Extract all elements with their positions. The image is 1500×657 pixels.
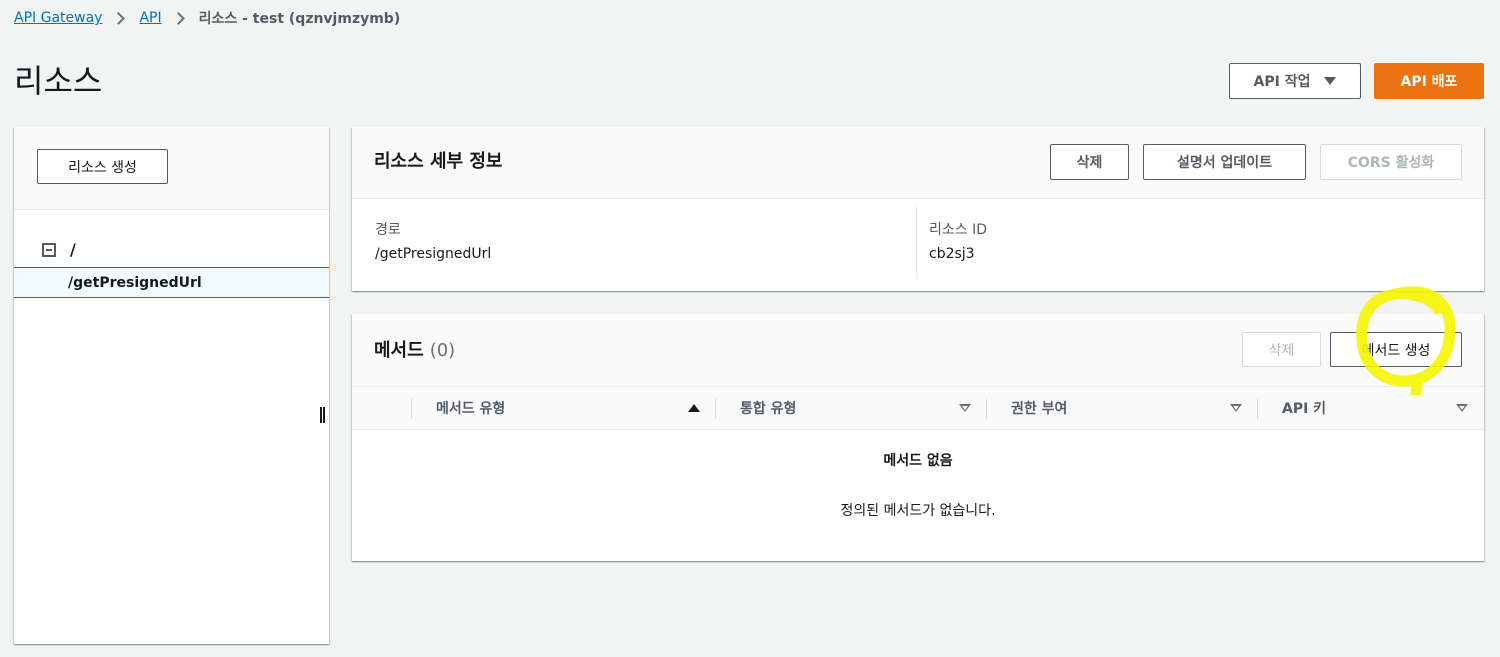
column-integration-type[interactable]: 통합 유형 [740, 387, 796, 429]
methods-title: 메서드 (0) [374, 336, 455, 362]
methods-header: 메서드 (0) 삭제 메서드 생성 [352, 314, 1484, 386]
divider [916, 205, 917, 279]
methods-title-label: 메서드 [374, 340, 424, 361]
resource-details-title: 리소스 세부 정보 [374, 151, 503, 172]
api-actions-button[interactable]: API 작업 [1229, 63, 1361, 99]
column-separator [411, 399, 412, 419]
column-separator [715, 399, 716, 419]
path-value: /getPresignedUrl [375, 246, 492, 262]
delete-method-button[interactable]: 삭제 [1242, 332, 1321, 367]
sort-ascending-icon[interactable] [688, 404, 700, 412]
resource-id-label: 리소스 ID [929, 222, 987, 238]
path-label: 경로 [375, 222, 401, 238]
empty-state-description: 정의된 메서드가 없습니다. [840, 503, 996, 519]
breadcrumb-api-gateway[interactable]: API Gateway [14, 10, 102, 26]
resource-tree-panel: 리소스 생성 / /getPresignedUrl [14, 127, 329, 644]
deploy-api-button[interactable]: API 배포 [1374, 63, 1484, 99]
sort-icon[interactable] [1230, 404, 1242, 412]
create-resource-button[interactable]: 리소스 생성 [37, 149, 168, 184]
update-documentation-button[interactable]: 설명서 업데이트 [1143, 144, 1306, 180]
breadcrumb: API Gateway API 리소스 - test (qznvjmzymb) [14, 8, 400, 28]
delete-resource-button[interactable]: 삭제 [1050, 144, 1129, 180]
resource-id-value: cb2sj3 [929, 246, 975, 262]
resource-tree-toolbar: 리소스 생성 [14, 127, 329, 210]
chevron-right-icon [171, 11, 185, 25]
resource-details-panel: 리소스 세부 정보 삭제 설명서 업데이트 CORS 활성화 경로 /getPr… [352, 127, 1484, 291]
column-api-key[interactable]: API 키 [1282, 387, 1326, 429]
sort-icon[interactable] [959, 404, 971, 412]
column-separator [1257, 399, 1258, 419]
api-actions-label: API 작업 [1253, 74, 1311, 90]
breadcrumb-current: 리소스 - test (qznvjmzymb) [198, 11, 401, 27]
create-method-button[interactable]: 메서드 생성 [1330, 332, 1462, 367]
column-authorization[interactable]: 권한 부여 [1011, 387, 1067, 429]
tree-root-label: / [70, 240, 76, 259]
methods-table-header: 메서드 유형 통합 유형 권한 부여 API 키 [352, 386, 1484, 430]
methods-count: (0) [429, 340, 456, 361]
methods-panel: 메서드 (0) 삭제 메서드 생성 메서드 유형 통합 유형 권한 부여 API … [352, 314, 1484, 561]
empty-state-title: 메서드 없음 [883, 453, 953, 469]
column-separator [986, 399, 987, 419]
caret-down-icon [1324, 77, 1337, 85]
column-method-type[interactable]: 메서드 유형 [436, 387, 505, 429]
panel-resize-handle[interactable] [320, 407, 325, 423]
enable-cors-button[interactable]: CORS 활성화 [1320, 144, 1462, 180]
chevron-right-icon [112, 11, 126, 25]
tree-root[interactable]: / [42, 240, 76, 259]
tree-item-label: /getPresignedUrl [68, 274, 202, 291]
tree-item-getpresignedurl[interactable]: /getPresignedUrl [14, 267, 329, 298]
breadcrumb-api[interactable]: API [139, 10, 161, 26]
collapse-icon[interactable] [42, 242, 56, 257]
sort-icon[interactable] [1456, 404, 1468, 412]
resource-details-header: 리소스 세부 정보 삭제 설명서 업데이트 CORS 활성화 [352, 127, 1484, 199]
page-title: 리소스 [14, 62, 103, 100]
